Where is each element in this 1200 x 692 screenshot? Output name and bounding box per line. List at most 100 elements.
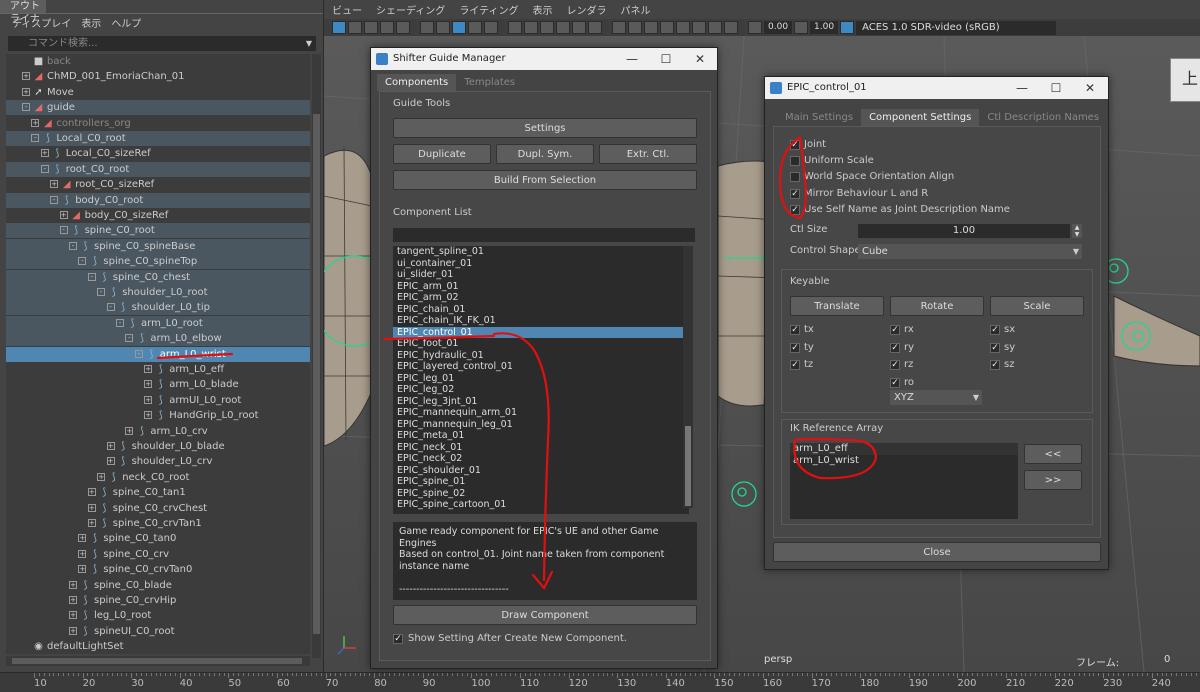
bookmark-icon[interactable]	[364, 21, 378, 34]
tree-row[interactable]: + ⟆ spine_C0_crvHip	[6, 593, 310, 608]
tree-row[interactable]: + ⟆ spine_C0_crvChest	[6, 501, 310, 516]
list-item[interactable]: EPIC_meta_01	[397, 430, 464, 442]
expand-icon[interactable]: +	[144, 411, 153, 420]
list-item[interactable]: EPIC_shoulder_01	[397, 465, 481, 477]
tree-row[interactable]: - ⟆ Local_C0_root	[6, 131, 310, 146]
color-space-dropdown[interactable]: ACES 1.0 SDR-video (sRGB)	[856, 20, 1057, 35]
viewport-menu-item[interactable]: レンダラ	[567, 2, 607, 17]
tree-row[interactable]: - ⟆ arm_L0_root	[6, 315, 310, 331]
expand-icon[interactable]: +	[87, 488, 96, 497]
list-item[interactable]: tangent_spline_01	[397, 246, 484, 258]
select-tool-icon[interactable]	[332, 21, 346, 34]
list-item[interactable]: EPIC_mannequin_leg_01	[397, 419, 513, 431]
tree-row[interactable]: - ⟆ body_C0_root	[6, 192, 310, 208]
expand-icon[interactable]: +	[78, 565, 87, 574]
tree-row[interactable]: - ⟆ shoulder_L0_root	[6, 285, 310, 300]
list-item[interactable]: ui_slider_01	[397, 269, 453, 281]
xray-icon[interactable]	[692, 21, 706, 34]
time-slider[interactable]: 10 20 30 40 50 60 70 80 90 100 110 120 130 140 150 160 1…	[0, 672, 1200, 692]
expand-icon[interactable]: +	[106, 457, 115, 466]
rotation-order-dropdown[interactable]: XYZ ▼	[890, 390, 982, 405]
exposure-icon[interactable]	[748, 21, 762, 34]
collapse-icon[interactable]: -	[22, 103, 30, 112]
expand-icon[interactable]: +	[144, 365, 153, 373]
color-management-icon[interactable]	[840, 21, 855, 34]
expand-icon[interactable]: +	[144, 395, 153, 404]
tree-row[interactable]: + ⟆ spineUI_C0_root	[6, 624, 310, 639]
viewport-menu-item[interactable]: パネル	[621, 2, 651, 17]
lights-icon[interactable]	[572, 21, 586, 34]
channel-checkbox[interactable]: ✓	[790, 325, 800, 335]
tree-row[interactable]: + ◢ controllers_org	[6, 116, 310, 131]
tree-row[interactable]: + ⟆ shoulder_L0_crv	[6, 454, 310, 469]
default-material-icon[interactable]	[540, 21, 554, 34]
tree-row[interactable]: ■ back	[6, 54, 310, 69]
safe-action-icon[interactable]	[484, 21, 498, 34]
duplicate-button[interactable]: Duplicate	[393, 144, 491, 164]
textured-icon[interactable]	[556, 21, 570, 34]
expand-icon[interactable]: +	[144, 380, 153, 389]
ctl-size-input[interactable]: 1.00	[858, 224, 1070, 238]
remove-ik-reference-button[interactable]: >>	[1024, 470, 1082, 490]
tree-row[interactable]: - ◢ guide	[6, 100, 310, 116]
component-list-scrollbar[interactable]	[683, 246, 693, 508]
expand-icon[interactable]: +	[40, 149, 49, 158]
ctl-size-spinner[interactable]: ▲ ▼	[1072, 224, 1082, 238]
list-item[interactable]: EPIC_leg_3jnt_01	[397, 396, 477, 408]
expand-icon[interactable]: +	[78, 549, 87, 558]
tree-row[interactable]: + ⟆ spine_C0_crv	[6, 547, 310, 562]
list-item[interactable]: EPIC_layered_control_01	[397, 361, 513, 373]
collapse-icon[interactable]: -	[134, 349, 143, 358]
outliner-menu-item[interactable]: ヘルプ	[111, 15, 141, 30]
ctl-shape-dropdown[interactable]: Cube ▼	[858, 244, 1082, 259]
expand-icon[interactable]: +	[69, 580, 77, 589]
list-item[interactable]: ui_container_01	[397, 258, 472, 270]
tree-row[interactable]: - ⟆ spine_C0_chest	[6, 269, 310, 285]
minimize-icon[interactable]: —	[615, 48, 649, 70]
tree-row[interactable]: + ⟆ spine_C0_tan0	[6, 531, 310, 546]
xray-joints-icon[interactable]	[708, 21, 722, 34]
tree-row[interactable]: + ⟆ armUI_L0_root	[6, 393, 310, 408]
view-cube[interactable]: 上	[1170, 58, 1200, 102]
resolution-gate-icon[interactable]	[436, 21, 450, 34]
collapse-icon[interactable]: -	[69, 241, 77, 250]
viewport-menu-item[interactable]: 表示	[533, 2, 553, 17]
expand-icon[interactable]: +	[106, 442, 115, 450]
add-ik-reference-button[interactable]: <<	[1024, 444, 1082, 464]
outliner-horizontal-scrollbar[interactable]	[6, 656, 310, 666]
viewport-menu-item[interactable]: ビュー	[332, 2, 362, 17]
expand-icon[interactable]: +	[97, 472, 106, 481]
tree-row[interactable]: - ⟆ spine_C0_spineTop	[6, 254, 310, 270]
tree-row[interactable]: + ⟆ shoulder_L0_blade	[6, 439, 310, 454]
sgm-title-bar[interactable]: Shifter Guide Manager — ☐ ✕	[371, 48, 717, 70]
collapse-icon[interactable]: -	[50, 195, 59, 204]
tree-row[interactable]: + ⟆ Local_C0_sizeRef	[6, 146, 310, 161]
tree-row[interactable]: + ⟆ arm_L0_blade	[6, 377, 310, 392]
expand-icon[interactable]: +	[87, 503, 96, 512]
outliner-menu-item[interactable]: ディスプレイ	[12, 15, 71, 30]
tab-main-settings[interactable]: Main Settings	[777, 109, 861, 126]
shadows-icon[interactable]	[588, 21, 602, 34]
wireframe-icon[interactable]	[508, 21, 522, 34]
outliner-tree[interactable]: ■ back + ◢ ChMD_001_EmoriaChan_01 + ➚ Move - ◢ gui…	[6, 54, 310, 654]
tree-row[interactable]: + ➚ Move	[6, 85, 310, 100]
tree-row[interactable]: + ⟆ HandGrip_L0_root	[6, 408, 310, 423]
viewport-menu-item[interactable]: ライティング	[459, 2, 518, 17]
list-item[interactable]: EPIC_hydraulic_01	[397, 350, 484, 362]
collapse-icon[interactable]: -	[116, 318, 124, 327]
settings-button[interactable]: Settings	[393, 118, 697, 138]
field-chart-icon[interactable]	[468, 21, 482, 34]
chevron-down-icon[interactable]: ▼	[306, 36, 312, 51]
tree-row[interactable]: + ⟆ spine_C0_crvTan0	[6, 562, 310, 577]
extr-ctl-button[interactable]: Extr. Ctl.	[599, 144, 697, 164]
collapse-icon[interactable]: -	[59, 226, 68, 235]
expand-icon[interactable]: +	[22, 87, 30, 96]
channel-checkbox[interactable]: ✓	[990, 342, 1000, 353]
tree-row[interactable]: - ⟆ spine_C0_spineBase	[6, 238, 310, 254]
close-icon[interactable]: ✕	[1073, 77, 1107, 99]
list-item[interactable]: EPIC_chain_01	[397, 304, 465, 316]
channel-checkbox[interactable]: ✓	[890, 325, 900, 335]
tree-row[interactable]: - ⟆ shoulder_L0_tip	[6, 300, 310, 316]
tree-row[interactable]: - ⟆ root_C0_root	[6, 161, 310, 177]
channel-checkbox[interactable]: ✓	[890, 342, 900, 353]
